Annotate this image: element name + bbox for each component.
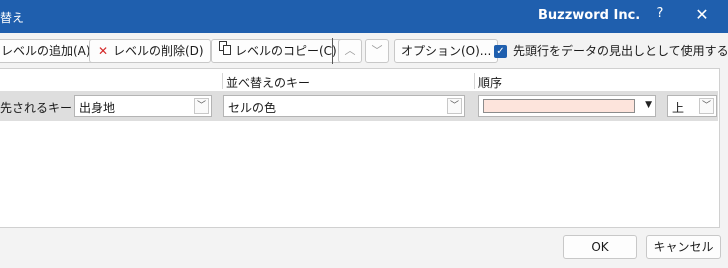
order-header: 順序: [478, 76, 503, 90]
copy-level-button[interactable]: レベルのコピー(C): [211, 39, 344, 63]
copy-icon: [218, 40, 232, 62]
window-title: 替え: [0, 11, 25, 25]
chevron-down-icon: ﹀: [194, 98, 209, 114]
level-label: 先されるキー: [0, 101, 73, 115]
chevron-down-icon: ﹀: [699, 98, 714, 114]
options-label: オプション(O)...: [401, 44, 492, 58]
help-icon[interactable]: ?: [650, 6, 670, 26]
add-level-label: レベルの追加(A): [1, 44, 91, 58]
close-icon[interactable]: ✕: [690, 5, 714, 27]
column-select-value: 出身地: [79, 101, 116, 115]
account-name: Buzzword Inc.: [538, 8, 641, 23]
header-row-checkbox-label: 先頭行をデータの見出しとして使用する(H): [513, 44, 728, 58]
options-button[interactable]: オプション(O)...: [394, 39, 499, 63]
copy-level-label: レベルのコピー(C): [235, 44, 337, 58]
order-position-value: 上: [672, 101, 685, 115]
color-swatch: [483, 99, 635, 113]
dropdown-arrow-icon: ▼: [645, 100, 652, 110]
column-divider: [222, 73, 223, 89]
ok-button[interactable]: OK: [563, 235, 637, 259]
cancel-button[interactable]: キャンセル: [646, 235, 721, 259]
chevron-up-icon: ︿: [344, 44, 356, 57]
order-position-select[interactable]: 上 ﹀: [667, 95, 717, 117]
checkmark-icon[interactable]: ✓: [494, 45, 507, 58]
chevron-down-icon: ﹀: [447, 98, 462, 114]
sort-key-header: 並べ替えのキー: [226, 76, 311, 90]
add-level-button[interactable]: レベルの追加(A): [0, 39, 98, 63]
move-down-button[interactable]: ﹀: [365, 39, 389, 63]
column-select[interactable]: 出身地 ﹀: [74, 95, 212, 117]
header-row-checkbox[interactable]: ✓ 先頭行をデータの見出しとして使用する(H): [494, 39, 728, 63]
title-bar: 替え Buzzword Inc. ? ✕: [0, 0, 728, 33]
sort-levels-grid: 並べ替えのキー 順序 先されるキー 出身地 ﹀ セルの色 ﹀ ▼ 上 ﹀: [0, 68, 720, 228]
delete-x-icon: ✕: [97, 44, 109, 58]
delete-level-label: レベルの削除(D): [113, 44, 204, 58]
cell-color-select[interactable]: ▼: [478, 95, 656, 117]
sort-level-row[interactable]: 先されるキー 出身地 ﹀ セルの色 ﹀ ▼ 上 ﹀: [0, 91, 718, 121]
delete-level-button[interactable]: ✕ レベルの削除(D): [89, 39, 211, 63]
toolbar: レベルの追加(A) ✕ レベルの削除(D) レベルのコピー(C) ︿ ﹀ オプショ…: [0, 33, 728, 68]
chevron-down-icon: ﹀: [371, 44, 383, 57]
column-divider: [474, 73, 475, 89]
toolbar-separator: [332, 38, 333, 64]
sort-on-select-value: セルの色: [228, 101, 277, 115]
move-up-button[interactable]: ︿: [338, 39, 362, 63]
sort-on-select[interactable]: セルの色 ﹀: [223, 95, 465, 117]
